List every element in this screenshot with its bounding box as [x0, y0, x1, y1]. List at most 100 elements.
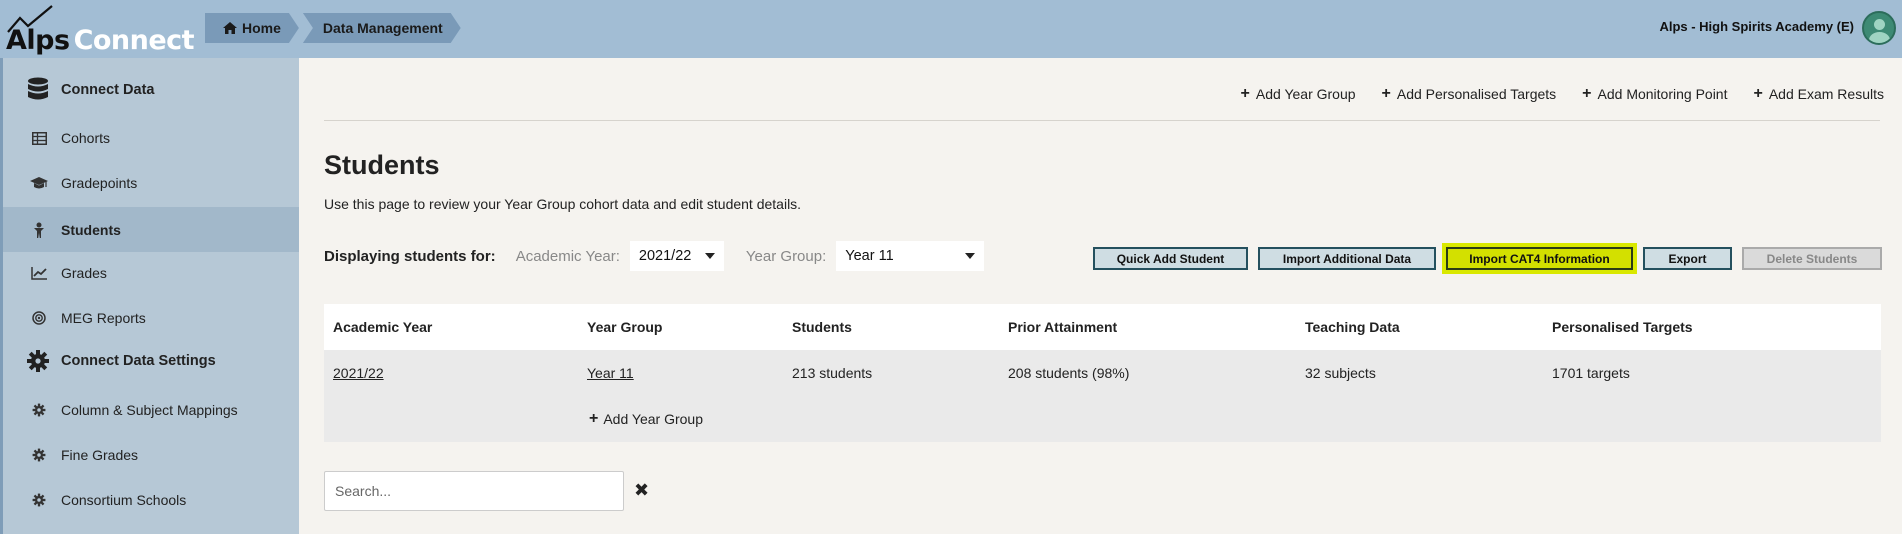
column-header: Year Group [587, 319, 663, 335]
academic-year-link[interactable]: 2021/22 [333, 365, 384, 381]
sidebar-item-fine-grades[interactable]: Fine Grades [3, 437, 299, 473]
gear-icon [27, 445, 51, 465]
alps-connect-logo[interactable]: Alps Connect [6, 4, 195, 54]
page-actions: + Add Year Group + Add Personalised Target… [1240, 85, 1884, 103]
line-chart-icon [27, 263, 51, 283]
column-header: Prior Attainment [1008, 319, 1118, 335]
plus-icon: + [1582, 85, 1592, 102]
year-group-table: Academic Year Year Group Students Prior … [324, 304, 1881, 442]
avatar-body [1869, 32, 1890, 43]
sidebar-item-label: Cohorts [61, 130, 111, 146]
database-icon [23, 77, 53, 100]
action-label: Add Personalised Targets [1396, 86, 1557, 102]
close-icon[interactable]: ✖ [634, 480, 649, 501]
academic-year-value: 2021/22 [638, 248, 692, 264]
import-additional-data-button[interactable]: Import Additional Data [1258, 247, 1436, 270]
page-title: Students [324, 150, 440, 180]
plus-icon: + [589, 410, 599, 427]
student-filters: Displaying students for: Academic Year: … [324, 241, 1006, 271]
main-content: + Add Year Group + Add Personalised Target… [299, 58, 1902, 534]
sidebar-item-cohorts[interactable]: Cohorts [3, 120, 299, 156]
sidebar-item-label: Students [61, 221, 121, 238]
gear-icon [23, 350, 53, 372]
search-input[interactable] [324, 471, 624, 511]
logo-text: Alps Connect [6, 25, 195, 56]
sidebar-item-label: Consortium Schools [61, 492, 187, 508]
avatar-head [1874, 19, 1885, 30]
gear-icon [27, 490, 51, 510]
logo-text-connect: Connect [73, 25, 195, 56]
sidebar-item-label: Column & Subject Mappings [61, 402, 238, 418]
home-icon [223, 22, 237, 34]
displaying-label: Displaying students for: [324, 247, 496, 265]
plus-icon: + [1240, 85, 1250, 102]
table-row: 2021/22 Year 11 213 students 208 student… [324, 350, 1881, 396]
top-bar: Alps Connect Home Data Management Alps - … [0, 0, 1902, 58]
sidebar-item-label: Gradepoints [61, 175, 138, 191]
sidebar-item-connect-data[interactable]: Connect Data [3, 70, 299, 110]
graduation-cap-icon [27, 173, 51, 193]
import-cat4-information-button[interactable]: Import CAT4 Information [1446, 247, 1633, 270]
gear-icon [27, 400, 51, 420]
add-year-group-link[interactable]: + Add Year Group [1240, 85, 1356, 103]
school-name[interactable]: Alps - High Spirits Academy (E) [1659, 19, 1854, 34]
year-group-label: Year Group: [745, 247, 827, 265]
add-year-group-row-link[interactable]: + Add Year Group [589, 410, 703, 428]
quick-add-student-button[interactable]: Quick Add Student [1093, 247, 1248, 270]
sidebar-item-label: MEG Reports [61, 310, 146, 326]
add-personalised-targets-link[interactable]: + Add Personalised Targets [1381, 85, 1557, 103]
sidebar-item-consortium-schools[interactable]: Consortium Schools [3, 482, 299, 518]
student-buttons: Quick Add Student Import Additional Data… [1093, 247, 1882, 270]
target-icon [27, 308, 51, 328]
sidebar-item-gradepoints[interactable]: Gradepoints [3, 165, 299, 201]
breadcrumb-home[interactable]: Home [205, 13, 299, 43]
sidebar: Connect Data Cohorts Gradepoints Student… [0, 58, 299, 534]
sidebar-item-column-subject-mappings[interactable]: Column & Subject Mappings [3, 392, 299, 428]
prior-attainment: 208 students (98%) [1008, 365, 1130, 381]
page-description: Use this page to review your Year Group … [324, 196, 802, 212]
teaching-data: 32 subjects [1305, 365, 1376, 381]
year-group-link[interactable]: Year 11 [587, 365, 634, 381]
academic-year-label: Academic Year: [515, 247, 620, 265]
action-label: Add Year Group [1255, 86, 1356, 102]
column-header: Academic Year [333, 319, 433, 335]
add-exam-results-link[interactable]: + Add Exam Results [1753, 85, 1884, 103]
table-header: Academic Year Year Group Students Prior … [324, 304, 1881, 350]
breadcrumb-data-management-label: Data Management [322, 20, 443, 36]
chevron-down-icon [965, 253, 976, 259]
divider [324, 120, 1880, 121]
sidebar-item-meg-reports[interactable]: MEG Reports [3, 300, 299, 336]
table-icon [27, 128, 51, 148]
table-row-add: + Add Year Group [324, 396, 1881, 442]
column-header: Personalised Targets [1552, 319, 1693, 335]
action-label: Add Exam Results [1768, 86, 1884, 102]
plus-icon: + [1753, 85, 1763, 102]
add-year-group-row-label: Add Year Group [603, 411, 703, 427]
sidebar-item-connect-data-settings[interactable]: Connect Data Settings [3, 339, 299, 383]
student-icon [27, 220, 51, 240]
year-group-value: Year 11 [845, 248, 894, 264]
students-count: 213 students [792, 365, 873, 381]
column-header: Students [792, 319, 852, 335]
breadcrumb-home-label: Home [242, 20, 281, 36]
user-avatar[interactable] [1862, 11, 1896, 45]
breadcrumb: Home Data Management [205, 13, 465, 43]
column-header: Teaching Data [1305, 319, 1400, 335]
logo-text-alps: Alps [6, 25, 70, 56]
sidebar-item-label: Grades [61, 265, 107, 281]
action-label: Add Monitoring Point [1597, 86, 1728, 102]
delete-students-button[interactable]: Delete Students [1742, 247, 1882, 270]
sidebar-item-label: Connect Data [61, 82, 155, 98]
sidebar-item-students[interactable]: Students [3, 207, 299, 252]
personalised-targets: 1701 targets [1552, 365, 1630, 381]
chevron-down-icon [704, 253, 715, 259]
add-monitoring-point-link[interactable]: + Add Monitoring Point [1582, 85, 1728, 103]
year-group-select[interactable]: Year 11 [836, 241, 985, 271]
breadcrumb-data-management[interactable]: Data Management [303, 13, 461, 43]
sidebar-item-label: Fine Grades [61, 447, 139, 463]
sidebar-item-grades[interactable]: Grades [3, 255, 299, 291]
export-button[interactable]: Export [1643, 247, 1732, 270]
academic-year-select[interactable]: 2021/22 [629, 241, 724, 271]
sidebar-item-label: Connect Data Settings [61, 353, 216, 369]
plus-icon: + [1381, 85, 1391, 102]
